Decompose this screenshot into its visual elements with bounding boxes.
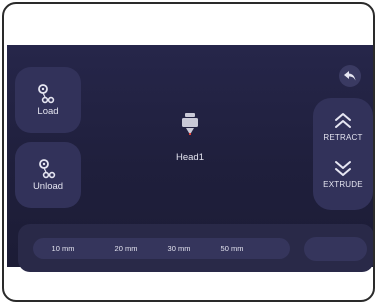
back-arrow-icon: [344, 71, 356, 81]
chevron-up-double-icon: [335, 113, 351, 128]
extrude-label: EXTRUDE: [323, 180, 363, 189]
spool-icon: [39, 158, 56, 178]
extrude-button[interactable]: EXTRUDE: [313, 154, 373, 202]
device-bezel: Load Unload Head1 RETRACT EXTRUDE 10 mm …: [2, 2, 375, 302]
load-label: Load: [37, 105, 59, 117]
distance-option-20[interactable]: 20 mm: [104, 238, 148, 259]
spool-icon: [38, 83, 55, 103]
back-button[interactable]: [339, 65, 361, 87]
load-button[interactable]: Load: [15, 67, 81, 133]
retract-extrude-group: RETRACT EXTRUDE: [313, 98, 373, 210]
distance-option-30[interactable]: 30 mm: [157, 238, 201, 259]
extrude-screen: Load Unload Head1 RETRACT EXTRUDE 10 mm …: [7, 45, 373, 272]
retract-button[interactable]: RETRACT: [313, 104, 373, 152]
distance-option-10[interactable]: 10 mm: [41, 238, 85, 259]
retract-label: RETRACT: [323, 133, 363, 142]
head-label: Head1: [176, 152, 204, 163]
unload-button[interactable]: Unload: [15, 142, 81, 208]
distance-custom-button[interactable]: [304, 237, 367, 261]
distance-option-50[interactable]: 50 mm: [210, 238, 254, 259]
chevron-down-double-icon: [335, 161, 351, 176]
print-head-icon: [182, 113, 198, 135]
unload-label: Unload: [32, 180, 64, 192]
distance-selector: 10 mm 20 mm 30 mm 50 mm: [33, 238, 290, 259]
